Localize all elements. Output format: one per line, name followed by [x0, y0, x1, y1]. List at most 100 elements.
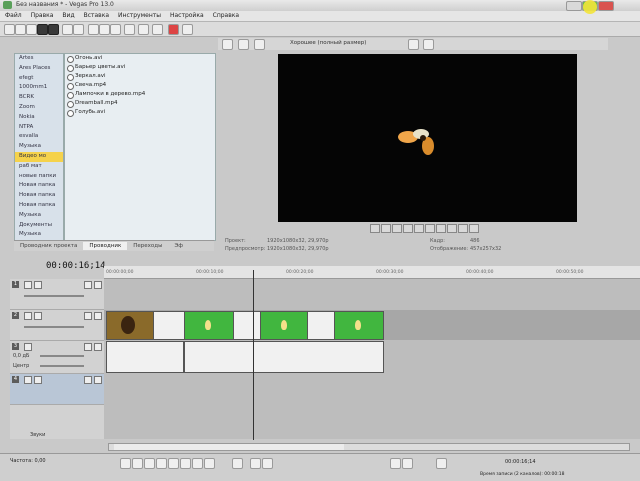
stop-icon[interactable]: [403, 224, 413, 233]
save-snapshot-icon[interactable]: [469, 224, 479, 233]
folder-item[interactable]: esvalla: [15, 132, 63, 142]
snap-icon[interactable]: [182, 24, 193, 35]
track-motion-icon[interactable]: [34, 312, 42, 320]
folder-item[interactable]: efegt: [15, 74, 63, 84]
go-start-icon[interactable]: [414, 224, 424, 233]
go-end-button[interactable]: [204, 458, 215, 469]
track-header-video-2[interactable]: 2: [10, 310, 104, 341]
menu-tools[interactable]: Инструменты: [113, 11, 165, 19]
video-clip-green[interactable]: [184, 311, 234, 340]
timeline-scrollbar[interactable]: [108, 443, 630, 451]
play-from-start-button[interactable]: [144, 458, 155, 469]
timeline-tracks[interactable]: [104, 279, 640, 439]
file-item[interactable]: Зеркал.avi: [65, 72, 215, 81]
level-slider[interactable]: [24, 295, 84, 297]
level-slider[interactable]: [24, 326, 84, 328]
go-start-button[interactable]: [192, 458, 203, 469]
overlays-icon[interactable]: [408, 39, 419, 50]
menu-file[interactable]: Файл: [0, 11, 26, 19]
master-bus-header[interactable]: Звуки: [10, 432, 104, 439]
folder-item[interactable]: Zoom: [15, 103, 63, 113]
solo-icon[interactable]: [94, 281, 102, 289]
record-button[interactable]: [120, 458, 131, 469]
undo-icon[interactable]: [62, 24, 73, 35]
loop-icon[interactable]: [370, 224, 380, 233]
tab-explorer[interactable]: Проводник: [83, 242, 128, 250]
preview-quality-dropdown[interactable]: Хорошее (полный размер): [290, 40, 366, 46]
selection-tool-icon[interactable]: [262, 458, 273, 469]
menu-help[interactable]: Справка: [208, 11, 243, 19]
mute-icon[interactable]: [84, 312, 92, 320]
collapse-icon[interactable]: [24, 343, 32, 351]
save-icon[interactable]: [26, 24, 37, 35]
minimize-button[interactable]: [566, 1, 582, 11]
delete-icon[interactable]: [124, 24, 135, 35]
collapse-icon[interactable]: [24, 281, 32, 289]
render-icon[interactable]: [138, 24, 149, 35]
folder-item[interactable]: 1000mm1: [15, 83, 63, 93]
video-clip[interactable]: [106, 311, 154, 340]
snapshot-icon[interactable]: [423, 39, 434, 50]
menu-view[interactable]: Вид: [57, 11, 78, 19]
loop-button[interactable]: [132, 458, 143, 469]
track-header-audio-3[interactable]: 3 0,0 дБ Центр: [10, 341, 104, 374]
lock-envelopes-button[interactable]: [436, 458, 447, 469]
file-item[interactable]: Лампочки в дерево.mp4: [65, 90, 215, 99]
folder-item[interactable]: Музыка: [15, 142, 63, 152]
folder-item[interactable]: Ares Places: [15, 64, 63, 74]
preview-properties-icon[interactable]: [222, 39, 233, 50]
folder-item[interactable]: Документы: [15, 221, 63, 231]
copy-icon[interactable]: [99, 24, 110, 35]
close-button[interactable]: [598, 1, 614, 11]
solo-icon[interactable]: [94, 343, 102, 351]
video-clip[interactable]: [153, 311, 185, 340]
next-frame-icon[interactable]: [447, 224, 457, 233]
record-icon[interactable]: [168, 24, 179, 35]
video-clip[interactable]: [307, 311, 335, 340]
track-header-video-1[interactable]: 1: [10, 279, 104, 310]
snap-button[interactable]: [390, 458, 401, 469]
video-clip[interactable]: [233, 311, 261, 340]
properties-icon[interactable]: [152, 24, 163, 35]
solo-icon[interactable]: [94, 376, 102, 384]
folder-item[interactable]: Новая папка: [15, 181, 63, 191]
mute-icon[interactable]: [84, 343, 92, 351]
tab-project-media[interactable]: Проводник проекта: [14, 242, 83, 250]
timeline-ruler[interactable]: 00:00:00;00 00:00:10;00 00:00:20;00 00:0…: [104, 266, 640, 279]
playhead-cursor[interactable]: [253, 270, 254, 440]
envelope-tool-icon[interactable]: [250, 458, 261, 469]
new-project-icon[interactable]: [4, 24, 15, 35]
stop-button[interactable]: [180, 458, 191, 469]
prev-frame-icon[interactable]: [436, 224, 446, 233]
folder-item[interactable]: Новая папка: [15, 191, 63, 201]
file-item[interactable]: Dreamball.mp4: [65, 99, 215, 108]
pause-button[interactable]: [168, 458, 179, 469]
menu-insert[interactable]: Вставка: [79, 11, 113, 19]
folder-item[interactable]: новые папки: [15, 172, 63, 182]
back-icon[interactable]: [37, 24, 48, 35]
ripple-button[interactable]: [402, 458, 413, 469]
forward-icon[interactable]: [48, 24, 59, 35]
open-icon[interactable]: [15, 24, 26, 35]
solo-icon[interactable]: [94, 312, 102, 320]
paste-icon[interactable]: [110, 24, 121, 35]
copy-snapshot-icon[interactable]: [458, 224, 468, 233]
file-item[interactable]: Голубь.avi: [65, 108, 215, 117]
collapse-icon[interactable]: [24, 376, 32, 384]
video-clip-green[interactable]: [260, 311, 308, 340]
track-header-video-4[interactable]: 4: [10, 374, 104, 405]
scrollbar-thumb[interactable]: [114, 444, 344, 450]
menu-options[interactable]: Настройка: [165, 11, 208, 19]
normal-edit-tool-icon[interactable]: [232, 458, 243, 469]
audio-clip[interactable]: [106, 341, 184, 373]
folder-item[interactable]: Музыка: [15, 211, 63, 221]
split-screen-icon[interactable]: [254, 39, 265, 50]
menu-edit[interactable]: Правка: [26, 11, 58, 19]
collapse-icon[interactable]: [24, 312, 32, 320]
tab-effects[interactable]: Эф: [168, 242, 189, 250]
folder-item[interactable]: раб мат: [15, 162, 63, 172]
pause-icon[interactable]: [392, 224, 402, 233]
pan-slider[interactable]: [40, 365, 84, 367]
tab-transitions[interactable]: Переходы: [127, 242, 168, 250]
play-button[interactable]: [156, 458, 167, 469]
